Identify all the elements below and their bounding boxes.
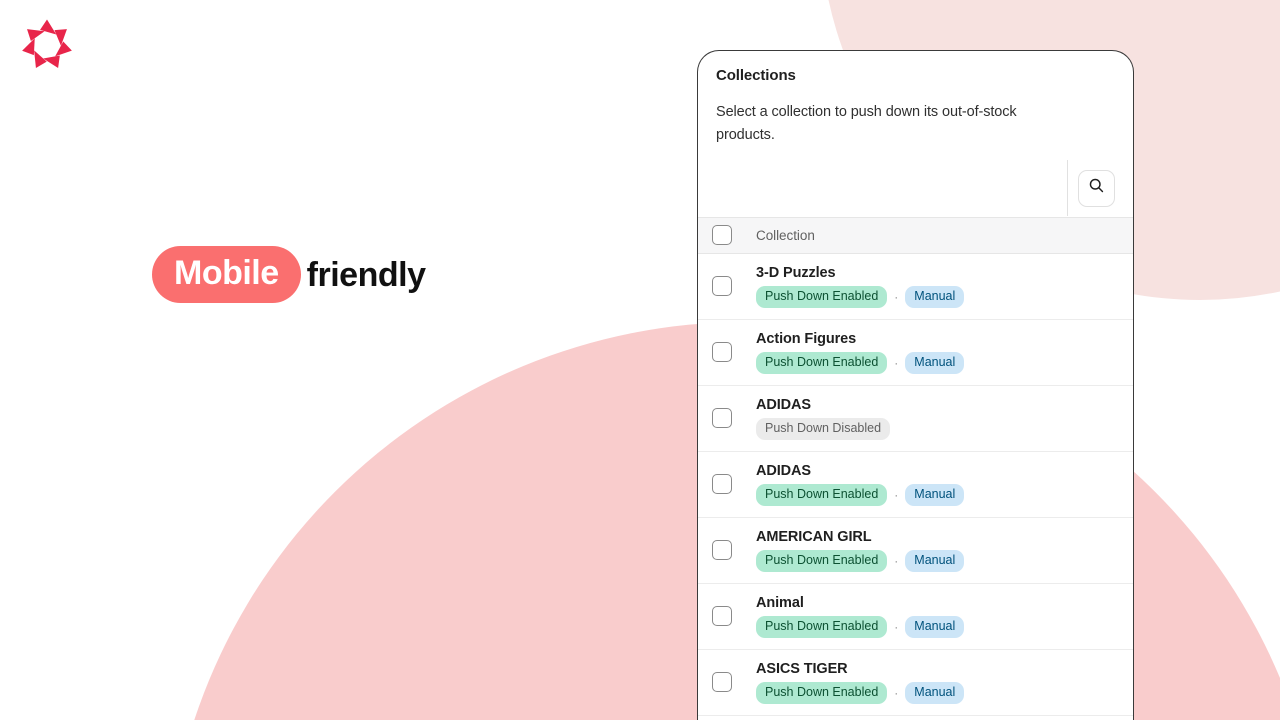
collections-list: 3-D Puzzles Push Down Enabled · Manual Actio… <box>698 253 1133 720</box>
badge-separator-dot: · <box>894 289 899 304</box>
status-badge: Push Down Enabled <box>756 550 888 572</box>
row-body: Animal Push Down Enabled · Manual <box>756 595 965 638</box>
card-header: Collections Select a collection to push … <box>698 51 1133 148</box>
headline-highlight: Mobile <box>152 246 301 303</box>
table-row[interactable]: ADIDAS Push Down Disabled <box>698 385 1133 452</box>
status-badge: Push Down Disabled <box>756 418 891 440</box>
table-row[interactable]: ADIDAS Push Down Enabled · Manual <box>698 451 1133 518</box>
select-all-checkbox[interactable] <box>712 225 732 246</box>
search-button[interactable] <box>1078 169 1115 207</box>
row-checkbox[interactable] <box>712 672 732 693</box>
table-row[interactable]: 3-D Puzzles Push Down Enabled · Manual <box>698 253 1133 320</box>
search-bar <box>698 159 1133 217</box>
table-row[interactable]: Action Figures Push Down Enabled · Manual <box>698 319 1133 386</box>
row-checkbox[interactable] <box>712 606 732 627</box>
badge-group: Push Down Enabled · Manual <box>756 286 965 308</box>
collection-name: ADIDAS <box>756 397 811 414</box>
row-checkbox[interactable] <box>712 342 732 363</box>
row-body: ASICS TIGER Push Down Enabled · Manual <box>756 661 965 704</box>
status-badge: Push Down Enabled <box>756 682 888 704</box>
page-title: Collections <box>716 67 796 84</box>
status-badge: Push Down Enabled <box>756 286 888 308</box>
collection-name: Action Figures <box>756 331 857 348</box>
collection-name: ASICS TIGER <box>756 661 848 678</box>
page-root: Mobile friendly Collections Select a col… <box>0 0 1280 720</box>
row-checkbox[interactable] <box>712 540 732 561</box>
card-description: Select a collection to push down its out… <box>716 104 1017 144</box>
search-icon <box>1088 177 1105 199</box>
column-header-collection: Collection <box>756 227 815 243</box>
row-body: Action Figures Push Down Enabled · Manual <box>756 331 965 374</box>
status-badge: Push Down Enabled <box>756 484 888 506</box>
badge-group: Push Down Enabled · Manual <box>756 616 965 638</box>
pinwheel-star-logo <box>18 16 76 74</box>
badge-separator-dot: · <box>894 553 899 568</box>
badge-separator-dot: · <box>894 619 899 634</box>
status-badge: Manual <box>905 682 965 704</box>
badge-separator-dot: · <box>894 685 899 700</box>
row-checkbox[interactable] <box>712 276 732 297</box>
badge-separator-dot: · <box>894 487 899 502</box>
collection-name: ADIDAS <box>756 463 811 480</box>
row-body: 3-D Puzzles Push Down Enabled · Manual <box>756 265 965 308</box>
status-badge: Manual <box>905 616 965 638</box>
row-body: ADIDAS Push Down Disabled <box>756 397 891 440</box>
row-checkbox[interactable] <box>712 474 732 495</box>
table-row[interactable]: ASICS TIGER <box>698 715 1133 720</box>
headline: Mobile friendly <box>152 246 426 303</box>
table-header-row: Collection <box>698 216 1133 254</box>
table-row[interactable]: Animal Push Down Enabled · Manual <box>698 583 1133 650</box>
collection-name: Animal <box>756 595 804 612</box>
badge-group: Push Down Enabled · Manual <box>756 550 965 572</box>
status-badge: Manual <box>905 352 965 374</box>
badge-group: Push Down Enabled · Manual <box>756 352 965 374</box>
badge-separator-dot: · <box>894 355 899 370</box>
badge-group: Push Down Enabled · Manual <box>756 682 965 704</box>
status-badge: Push Down Enabled <box>756 616 888 638</box>
status-badge: Manual <box>905 550 965 572</box>
row-body: ADIDAS Push Down Enabled · Manual <box>756 463 965 506</box>
collection-name: 3-D Puzzles <box>756 265 836 282</box>
collections-card: Collections Select a collection to push … <box>697 50 1134 720</box>
row-checkbox[interactable] <box>712 408 732 429</box>
status-badge: Manual <box>905 484 965 506</box>
table-row[interactable]: ASICS TIGER Push Down Enabled · Manual <box>698 649 1133 716</box>
collection-name: AMERICAN GIRL <box>756 529 872 546</box>
status-badge: Push Down Enabled <box>756 352 888 374</box>
status-badge: Manual <box>905 286 965 308</box>
search-divider <box>1067 160 1068 217</box>
headline-rest: friendly <box>306 255 426 294</box>
badge-group: Push Down Enabled · Manual <box>756 484 965 506</box>
badge-group: Push Down Disabled <box>756 418 891 440</box>
row-body: AMERICAN GIRL Push Down Enabled · Manual <box>756 529 965 572</box>
search-input[interactable] <box>698 159 1067 217</box>
table-row[interactable]: AMERICAN GIRL Push Down Enabled · Manual <box>698 517 1133 584</box>
